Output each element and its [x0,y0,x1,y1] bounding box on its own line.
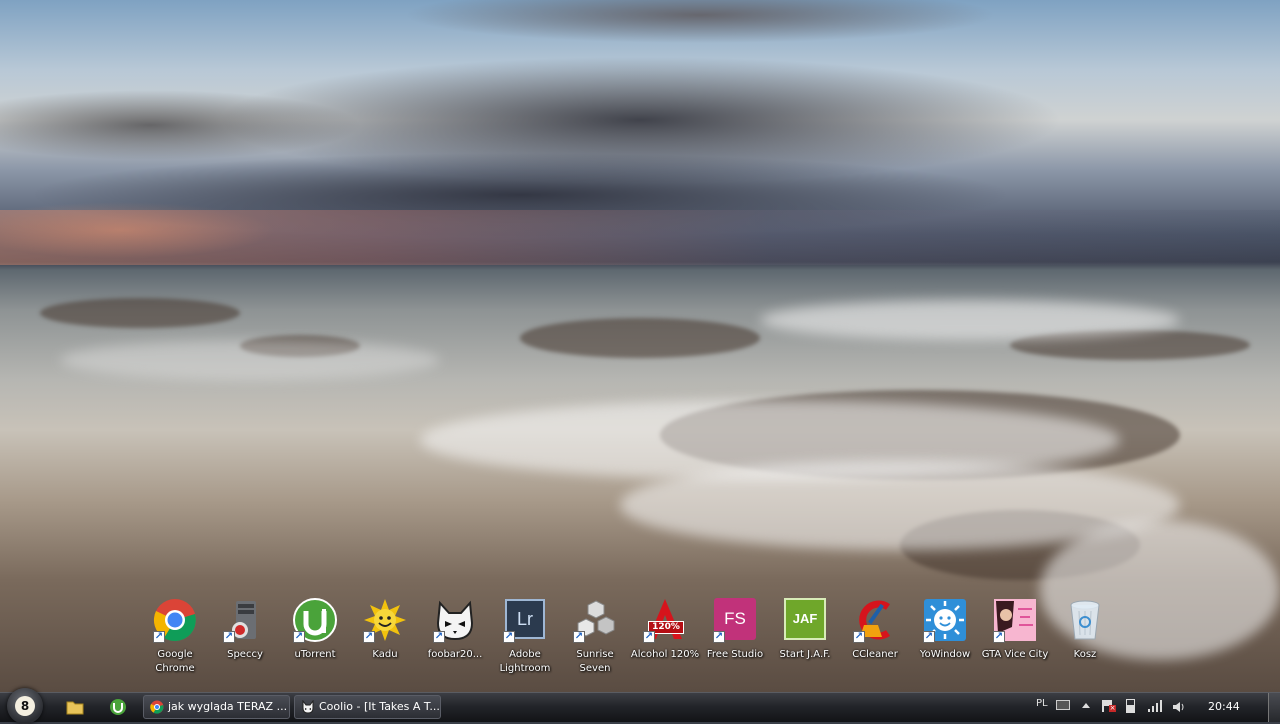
jaf-icon: JAF [782,597,828,643]
icon-label: YoWindow [919,649,971,660]
chrome-icon [150,700,164,714]
icon-label: Alcohol 120% [630,649,700,660]
taskbar-window-foobar[interactable]: Coolio - [It Takes A T... [294,695,441,719]
start-8-ball-icon: 8 [15,696,35,716]
desktop-wallpaper [0,0,1280,692]
shortcut-arrow-icon: ↗ [223,631,235,643]
action-center-flag-icon[interactable]: × [1102,700,1116,712]
icon-label: foobar20... [427,649,483,660]
speccy-icon: ↗ [222,597,268,643]
icon-label: Kadu [372,649,398,660]
volume-speaker-icon[interactable] [1172,699,1186,713]
shortcut-arrow-icon: ↗ [153,631,165,643]
shortcut-arrow-icon: ↗ [363,631,375,643]
keyboard-icon[interactable] [1056,700,1070,710]
clock[interactable]: 20:44 [1208,700,1240,713]
icon-label: Google Chrome [155,649,195,674]
jaf-badge: JAF [784,598,826,640]
icon-label: Adobe Lightroom [499,649,551,674]
desktop-icon-recycle-bin[interactable]: Kosz [1050,594,1120,680]
icon-label: CCleaner [852,649,898,660]
wave-surf [760,300,1180,340]
language-indicator[interactable]: PL [1036,698,1048,709]
icon-label: Speccy [227,649,263,660]
show-desktop-button[interactable] [1268,693,1280,722]
window-title: Coolio - [It Takes A T... [319,700,440,713]
window-title: jak wygląda TERAZ ... [168,700,288,713]
taskbar-window-chrome[interactable]: jak wygląda TERAZ ... [143,695,290,719]
desktop-icon-google-chrome[interactable]: ↗ Google Chrome [140,594,210,680]
utorrent-icon [110,699,126,715]
pinned-utorrent[interactable] [105,696,131,718]
desktop-icon-alcohol-120[interactable]: 120% ↗ Alcohol 120% [630,594,700,680]
foobar-cat-icon [302,700,314,714]
shortcut-arrow-icon: ↗ [993,631,1005,643]
shortcut-arrow-icon: ↗ [643,631,655,643]
yowindow-icon: ↗ [922,597,968,643]
horizon-glow [0,210,1280,265]
desktop-icon-yowindow[interactable]: ↗ YoWindow [910,594,980,680]
shortcut-arrow-icon: ↗ [433,631,445,643]
desktop-icon-adobe-lightroom[interactable]: Lr ↗ Adobe Lightroom [490,594,560,680]
kadu-sun-icon: ↗ [362,597,408,643]
icon-label: Kosz [1073,649,1097,660]
icon-label: uTorrent [294,649,336,660]
power-battery-icon[interactable] [1126,699,1135,713]
wave-surf [60,340,440,380]
network-signal-icon[interactable] [1148,700,1164,712]
rock-ledge [40,298,240,328]
alcohol-icon: 120% ↗ [642,597,688,643]
desktop-icon-start-jaf[interactable]: JAF Start J.A.F. [770,594,840,680]
start-button[interactable]: 8 [7,688,43,724]
desktop-icon-utorrent[interactable]: ↗ uTorrent [280,594,350,680]
desktop-icon-ccleaner[interactable]: ↗ CCleaner [840,594,910,680]
icon-label: Sunrise Seven [576,649,614,674]
shortcut-arrow-icon: ↗ [293,631,305,643]
gta-icon: ↗ [992,597,1038,643]
folder-icon [66,701,84,715]
ccleaner-icon: ↗ [852,597,898,643]
shortcut-arrow-icon: ↗ [713,631,725,643]
utorrent-icon: ↗ [292,597,338,643]
chrome-icon: ↗ [152,597,198,643]
shortcut-arrow-icon: ↗ [503,631,515,643]
icon-label: GTA Vice City [981,649,1049,660]
taskbar: 8 jak wygląda TERAZ ... Coolio - [It Tak… [0,688,1280,724]
lightroom-icon: Lr ↗ [502,597,548,643]
desktop-icon-gta-vice-city[interactable]: ↗ GTA Vice City [980,594,1050,680]
desktop-icon-speccy[interactable]: ↗ Speccy [210,594,280,680]
icon-label: Free Studio [706,649,764,660]
desktop-icon-free-studio[interactable]: FS ↗ Free Studio [700,594,770,680]
show-hidden-icons-chevron-icon[interactable] [1082,703,1090,708]
rock-ledge [520,318,760,358]
recycle-bin-icon [1062,597,1108,643]
icon-label: Start J.A.F. [779,649,831,660]
desktop-icon-foobar2000[interactable]: ↗ foobar20... [420,594,490,680]
shortcut-arrow-icon: ↗ [573,631,585,643]
desktop-icon-sunrise-seven[interactable]: ↗ Sunrise Seven [560,594,630,680]
pinned-explorer[interactable] [62,696,88,718]
shortcut-arrow-icon: ↗ [853,631,865,643]
hexagons-icon: ↗ [572,597,618,643]
shortcut-arrow-icon: ↗ [923,631,935,643]
foobar-cat-icon: ↗ [432,597,478,643]
desktop-icon-kadu[interactable]: ↗ Kadu [350,594,420,680]
freestudio-icon: FS ↗ [712,597,758,643]
